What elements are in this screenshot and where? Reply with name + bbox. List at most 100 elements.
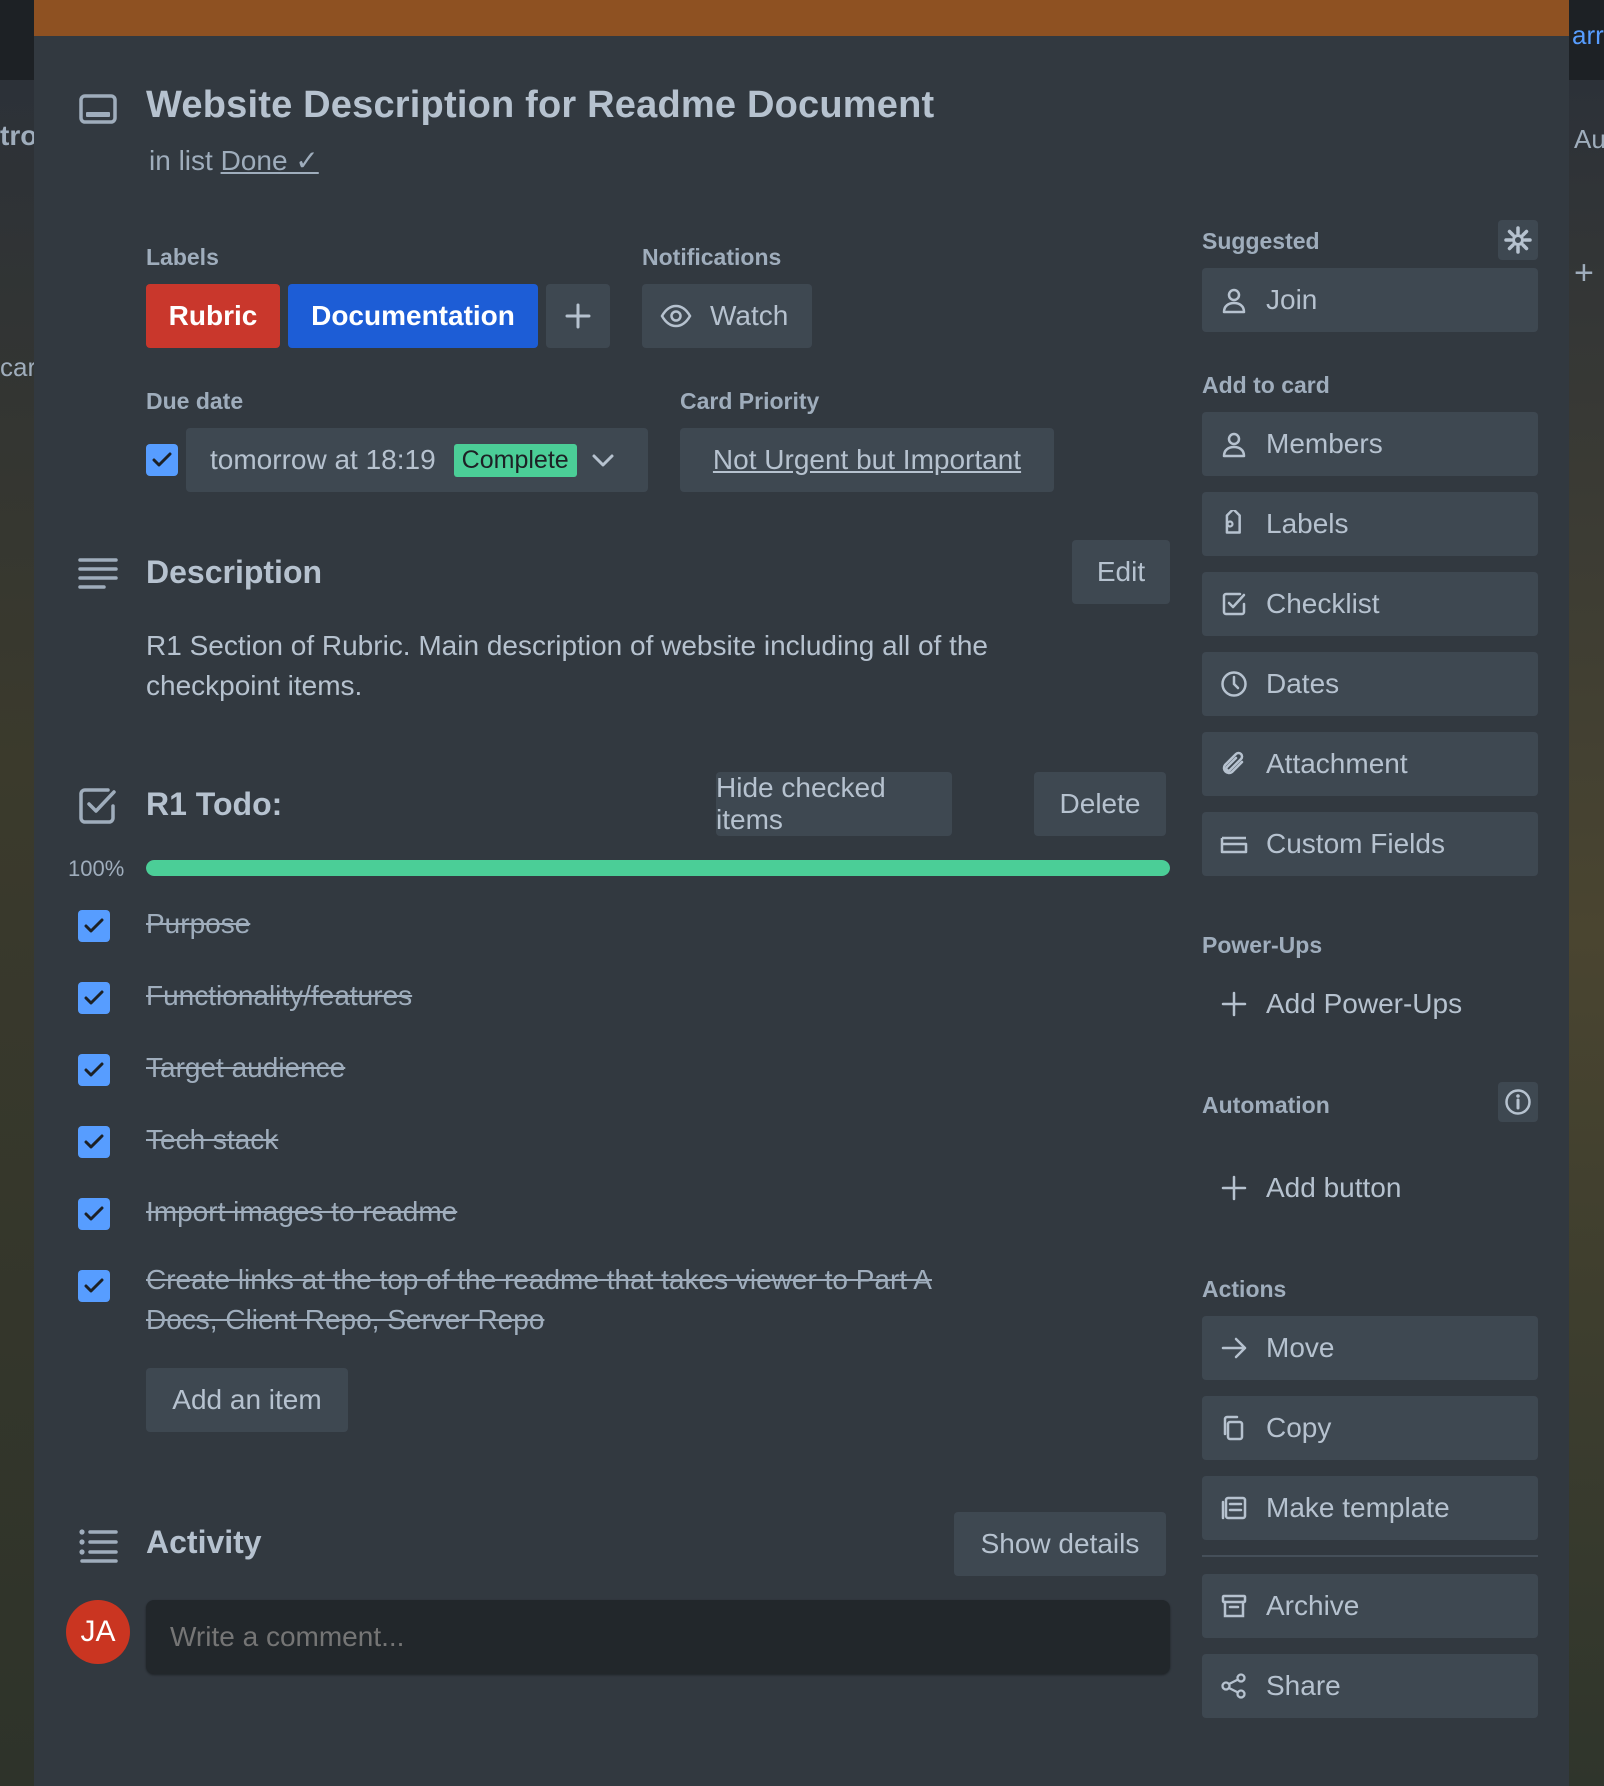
suggested-heading: Suggested	[1202, 228, 1320, 254]
add-button-label: Add button	[1266, 1172, 1402, 1203]
check-icon	[84, 1062, 104, 1077]
suggested-settings-button[interactable]	[1498, 220, 1538, 260]
copy-button[interactable]: Copy	[1202, 1396, 1538, 1460]
check-icon	[152, 452, 172, 467]
checklist-item-checkbox[interactable]	[78, 982, 110, 1014]
card-title[interactable]: Website Description for Readme Document	[146, 84, 934, 127]
due-date-heading: Due date	[146, 388, 244, 414]
move-button[interactable]: Move	[1202, 1316, 1538, 1380]
checklist-item-checkbox[interactable]	[78, 1054, 110, 1086]
card-icon	[78, 92, 118, 128]
card-cover	[34, 0, 1569, 36]
person-icon	[1222, 288, 1246, 314]
power-ups-heading: Power-Ups	[1202, 932, 1323, 958]
checklist-progress-fill	[146, 860, 1170, 876]
check-icon	[84, 1134, 104, 1149]
join-button[interactable]: Join	[1202, 268, 1538, 332]
plus-icon	[1221, 1175, 1247, 1201]
plus-icon	[1221, 991, 1247, 1017]
notifications-heading: Notifications	[642, 244, 782, 270]
delete-checklist-button[interactable]: Delete	[1034, 772, 1166, 836]
background-text-left-top: tro	[0, 120, 38, 151]
checklist-item-checkbox[interactable]	[78, 1270, 110, 1302]
copy-icon	[1223, 1415, 1244, 1441]
plus-icon	[565, 303, 591, 329]
paperclip-icon	[1222, 751, 1244, 775]
dates-button[interactable]: Dates	[1202, 652, 1538, 716]
labels-heading: Labels	[146, 244, 219, 270]
labels-button[interactable]: Labels	[1202, 492, 1538, 556]
chevron-down-icon	[592, 454, 614, 467]
move-label: Move	[1266, 1332, 1335, 1363]
background-text-right-mid: Au	[1574, 124, 1604, 154]
check-icon	[84, 918, 104, 933]
archive-label: Archive	[1266, 1590, 1360, 1621]
tag-icon	[1225, 510, 1241, 534]
copy-label: Copy	[1266, 1412, 1332, 1443]
checklist-item-checkbox[interactable]	[78, 1126, 110, 1158]
description-text[interactable]: R1 Section of Rubric. Main description o…	[146, 626, 1066, 706]
attachment-label: Attachment	[1266, 748, 1408, 779]
checklist-title[interactable]: R1 Todo:	[146, 786, 282, 823]
watch-button[interactable]: Watch	[642, 284, 812, 348]
add-checklist-item-button[interactable]: Add an item	[146, 1368, 348, 1432]
checklist-item-text[interactable]: Target audience	[146, 1048, 1046, 1088]
avatar[interactable]: JA	[66, 1600, 130, 1664]
background-text-right-top: arr	[1572, 20, 1604, 50]
watch-label: Watch	[710, 300, 789, 331]
due-date-value: tomorrow at 18:19	[210, 444, 436, 475]
checklist-item-checkbox[interactable]	[78, 910, 110, 942]
checklist-button[interactable]: Checklist	[1202, 572, 1538, 636]
comment-input[interactable]	[146, 1600, 1170, 1674]
add-automation-button[interactable]: Add button	[1202, 1156, 1538, 1220]
hide-checked-items-button[interactable]: Hide checked items	[716, 772, 952, 836]
join-label: Join	[1266, 284, 1318, 315]
due-date-button[interactable]: tomorrow at 18:19 Complete	[186, 428, 648, 492]
members-button[interactable]: Members	[1202, 412, 1538, 476]
due-date-complete-checkbox[interactable]	[146, 444, 178, 476]
checklist-item-checkbox[interactable]	[78, 1198, 110, 1230]
checklist-item-text[interactable]: Purpose	[146, 904, 1046, 944]
make-template-button[interactable]: Make template	[1202, 1476, 1538, 1540]
add-power-ups-button[interactable]: Add Power-Ups	[1202, 972, 1538, 1036]
checklist-icon	[78, 786, 118, 826]
card-detail-modal: Website Description for Readme Document …	[34, 0, 1569, 1786]
card-priority-button[interactable]: Not Urgent but Important	[680, 428, 1054, 492]
arrow-right-icon	[1221, 1337, 1247, 1359]
checklist-item-text[interactable]: Create links at the top of the readme th…	[146, 1260, 1006, 1340]
edit-description-button[interactable]: Edit	[1072, 540, 1170, 604]
labels-label: Labels	[1266, 508, 1349, 539]
check-icon	[84, 1278, 104, 1293]
in-list-prefix: in list	[149, 145, 213, 176]
attachment-button[interactable]: Attachment	[1202, 732, 1538, 796]
board-left-edge	[0, 80, 34, 1786]
automation-heading: Automation	[1202, 1092, 1330, 1118]
check-icon	[84, 990, 104, 1005]
activity-icon	[78, 1526, 118, 1566]
list-name-link[interactable]: Done ✓	[221, 145, 319, 176]
custom-fields-button[interactable]: Custom Fields	[1202, 812, 1538, 876]
checklist-item-text[interactable]: Functionality/features	[146, 976, 1046, 1016]
checklist-progress-percent: 100%	[68, 856, 125, 881]
automation-info-button[interactable]	[1498, 1082, 1538, 1122]
archive-icon	[1221, 1594, 1247, 1618]
show-details-button[interactable]: Show details	[954, 1512, 1166, 1576]
label-documentation[interactable]: Documentation	[288, 284, 538, 348]
checklist-icon	[1222, 592, 1246, 616]
background-plus-icon: +	[1574, 254, 1594, 292]
custom-fields-icon	[1220, 836, 1248, 854]
checklist-item-text[interactable]: Import images to readme	[146, 1192, 1046, 1232]
template-icon	[1221, 1496, 1247, 1520]
archive-button[interactable]: Archive	[1202, 1574, 1538, 1638]
eye-icon	[660, 304, 692, 328]
gear-icon	[1504, 226, 1532, 254]
dates-label: Dates	[1266, 668, 1340, 699]
info-icon	[1505, 1089, 1531, 1115]
add-label-button[interactable]	[546, 284, 610, 348]
checklist-item-text[interactable]: Tech stack	[146, 1120, 1046, 1160]
share-button[interactable]: Share	[1202, 1654, 1538, 1718]
description-heading: Description	[146, 554, 323, 590]
custom-fields-label: Custom Fields	[1266, 828, 1445, 859]
in-list-line: in list Done ✓	[149, 144, 319, 177]
label-rubric[interactable]: Rubric	[146, 284, 280, 348]
